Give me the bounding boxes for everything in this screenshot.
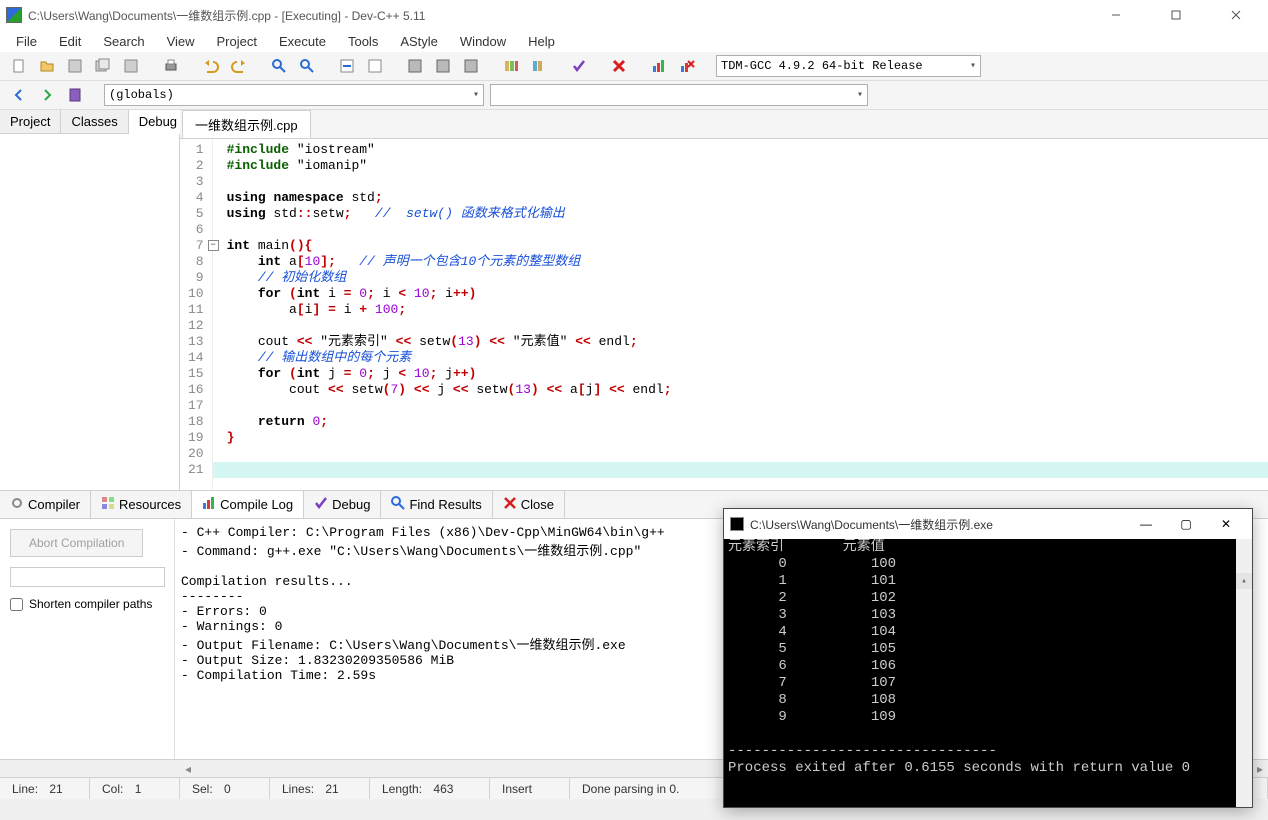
- chevron-down-icon: ▾: [473, 89, 479, 101]
- bottom-tab-close[interactable]: Close: [493, 491, 565, 518]
- compile-icon[interactable]: [404, 55, 426, 77]
- toolbar-scope: (globals) ▾ ▾: [0, 81, 1268, 110]
- bottom-tab-resources[interactable]: Resources: [91, 491, 192, 518]
- console-title-text: C:\Users\Wang\Documents\一维数组示例.exe: [750, 516, 1126, 533]
- app-icon: [6, 7, 22, 23]
- member-select[interactable]: ▾: [490, 84, 868, 106]
- undo-icon[interactable]: [200, 55, 222, 77]
- run-icon[interactable]: [432, 55, 454, 77]
- bar-icon: [202, 496, 216, 513]
- minimize-button[interactable]: [1096, 1, 1136, 29]
- shorten-paths-input[interactable]: [10, 598, 23, 611]
- scope-select-text: (globals): [109, 88, 174, 102]
- left-panel: ProjectClassesDebug: [0, 110, 180, 490]
- code-editor[interactable]: 1 2 3 4 5 6 7 8 9 10 11 12 13 14 15 16 1…: [180, 139, 1268, 490]
- print-icon[interactable]: [160, 55, 182, 77]
- toolbar-main: TDM-GCC 4.9.2 64-bit Release ▾: [0, 52, 1268, 81]
- left-tab-classes[interactable]: Classes: [61, 110, 128, 133]
- compiler-select-text: TDM-GCC 4.9.2 64-bit Release: [721, 59, 923, 73]
- scroll-up-icon[interactable]: ▴: [1236, 573, 1252, 589]
- window-title: C:\Users\Wang\Documents\一维数组示例.cpp - [Ex…: [28, 7, 1096, 24]
- grid-icon: [101, 496, 115, 513]
- open-file-icon[interactable]: [36, 55, 58, 77]
- close-button[interactable]: [1216, 1, 1256, 29]
- menu-view[interactable]: View: [157, 32, 205, 51]
- shorten-paths-checkbox[interactable]: Shorten compiler paths: [10, 597, 164, 611]
- left-panel-tabs: ProjectClassesDebug: [0, 110, 179, 134]
- profile-icon[interactable]: [648, 55, 670, 77]
- save-all-icon[interactable]: [92, 55, 114, 77]
- delete-profile-icon[interactable]: [676, 55, 698, 77]
- console-window[interactable]: C:\Users\Wang\Documents\一维数组示例.exe — ▢ ✕…: [723, 508, 1253, 808]
- console-icon: [730, 517, 744, 531]
- menu-search[interactable]: Search: [93, 32, 154, 51]
- code-source[interactable]: #include "iostream"#include "iomanip" us…: [213, 139, 678, 490]
- magnifier-icon: [391, 496, 405, 513]
- stop-icon[interactable]: [608, 55, 630, 77]
- check-icon: [314, 496, 328, 513]
- menu-help[interactable]: Help: [518, 32, 565, 51]
- bookmark-list-icon[interactable]: [64, 84, 86, 106]
- menu-astyle[interactable]: AStyle: [390, 32, 448, 51]
- compiler-select[interactable]: TDM-GCC 4.9.2 64-bit Release ▾: [716, 55, 981, 77]
- goto-line-icon[interactable]: [336, 55, 358, 77]
- rebuild-icon[interactable]: [500, 55, 522, 77]
- menu-window[interactable]: Window: [450, 32, 516, 51]
- redo-icon[interactable]: [228, 55, 250, 77]
- menu-execute[interactable]: Execute: [269, 32, 336, 51]
- menubar: FileEditSearchViewProjectExecuteToolsASt…: [0, 30, 1268, 52]
- gear-icon: [10, 496, 24, 513]
- titlebar: C:\Users\Wang\Documents\一维数组示例.cpp - [Ex…: [0, 0, 1268, 30]
- console-titlebar[interactable]: C:\Users\Wang\Documents\一维数组示例.exe — ▢ ✕: [724, 509, 1252, 539]
- fold-toggle-icon[interactable]: −: [208, 240, 219, 251]
- left-tab-project[interactable]: Project: [0, 110, 61, 133]
- bookmark-icon[interactable]: [364, 55, 386, 77]
- forward-icon[interactable]: [36, 84, 58, 106]
- abort-compilation-button[interactable]: Abort Compilation: [10, 529, 143, 557]
- compile-run-icon[interactable]: [460, 55, 482, 77]
- menu-edit[interactable]: Edit: [49, 32, 91, 51]
- save-icon[interactable]: [64, 55, 86, 77]
- menu-project[interactable]: Project: [207, 32, 267, 51]
- back-icon[interactable]: [8, 84, 30, 106]
- find-icon[interactable]: [268, 55, 290, 77]
- bottom-tab-find-results[interactable]: Find Results: [381, 491, 492, 518]
- console-minimize-button[interactable]: —: [1126, 517, 1166, 531]
- close-red-icon: [503, 496, 517, 513]
- bottom-tab-compiler[interactable]: Compiler: [0, 491, 91, 518]
- maximize-button[interactable]: [1156, 1, 1196, 29]
- editor-tabs: 一维数组示例.cpp: [180, 110, 1268, 139]
- replace-icon[interactable]: [296, 55, 318, 77]
- menu-file[interactable]: File: [6, 32, 47, 51]
- console-close-button[interactable]: ✕: [1206, 517, 1246, 531]
- console-output[interactable]: 元素索引 元素值 0 100 1 101 2 102 3 103 4 104 5…: [724, 539, 1252, 807]
- bottom-tab-compile-log[interactable]: Compile Log: [192, 491, 304, 518]
- bottom-tab-debug[interactable]: Debug: [304, 491, 381, 518]
- console-maximize-button[interactable]: ▢: [1166, 517, 1206, 531]
- chevron-down-icon: ▾: [970, 60, 976, 72]
- chevron-down-icon: ▾: [857, 89, 863, 101]
- scope-select[interactable]: (globals) ▾: [104, 84, 484, 106]
- scroll-right-icon[interactable]: ▸: [1252, 762, 1268, 776]
- save-as-icon[interactable]: [120, 55, 142, 77]
- console-vscroll[interactable]: ▴: [1236, 539, 1252, 807]
- debug-icon[interactable]: [528, 55, 550, 77]
- menu-tools[interactable]: Tools: [338, 32, 388, 51]
- scroll-left-icon[interactable]: ◂: [180, 762, 196, 776]
- editor-tab[interactable]: 一维数组示例.cpp: [182, 110, 311, 138]
- line-gutter: 1 2 3 4 5 6 7 8 9 10 11 12 13 14 15 16 1…: [180, 139, 213, 490]
- editor-area: 一维数组示例.cpp 1 2 3 4 5 6 7 8 9 10 11 12 13…: [180, 110, 1268, 490]
- progress-box: [10, 567, 165, 587]
- new-file-icon[interactable]: [8, 55, 30, 77]
- check-icon[interactable]: [568, 55, 590, 77]
